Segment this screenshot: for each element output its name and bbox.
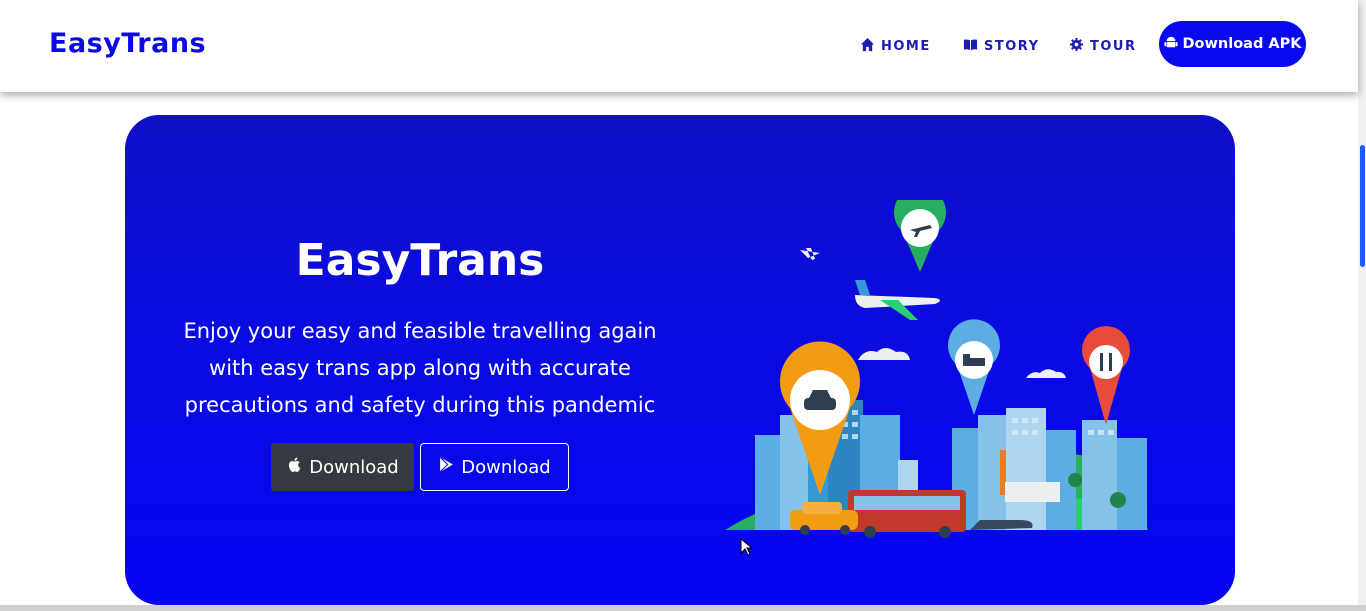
scrollbar-thumb[interactable] bbox=[1360, 145, 1365, 267]
play-store-download-button[interactable]: Download bbox=[420, 443, 569, 491]
home-icon bbox=[860, 37, 875, 56]
play-store-icon bbox=[438, 456, 455, 478]
apple-icon bbox=[286, 456, 303, 478]
hero-description: Enjoy your easy and feasible travelling … bbox=[183, 319, 657, 417]
android-icon bbox=[1163, 35, 1178, 53]
nav-home-link[interactable]: HOME bbox=[860, 36, 931, 56]
hero-title: EasyTrans bbox=[295, 235, 545, 286]
horizontal-scrollbar[interactable] bbox=[0, 605, 1366, 611]
nav-tour-label: TOUR bbox=[1090, 38, 1137, 54]
nav-story-label: STORY bbox=[984, 38, 1040, 54]
book-icon bbox=[963, 37, 978, 56]
hero-banner: EasyTrans Enjoy your easy and feasible t… bbox=[125, 115, 1235, 605]
city-travel-illustration bbox=[725, 200, 1148, 538]
download-apk-label: Download APK bbox=[1182, 36, 1302, 52]
brand-logo[interactable]: EasyTrans bbox=[49, 28, 206, 59]
download-apk-button[interactable]: Download APK bbox=[1159, 21, 1306, 67]
app-store-download-button[interactable]: Download bbox=[271, 443, 414, 491]
gear-icon bbox=[1069, 37, 1084, 56]
nav-tour-link[interactable]: TOUR bbox=[1069, 36, 1137, 56]
mouse-cursor-icon bbox=[740, 538, 754, 556]
nav-home-label: HOME bbox=[881, 38, 931, 54]
nav-story-link[interactable]: STORY bbox=[963, 36, 1040, 56]
play-store-download-label: Download bbox=[461, 456, 551, 478]
navbar: EasyTrans HOME STORY TOUR Download APK bbox=[0, 0, 1358, 92]
app-store-download-label: Download bbox=[309, 456, 399, 478]
page-scrollbar[interactable] bbox=[1358, 0, 1366, 611]
